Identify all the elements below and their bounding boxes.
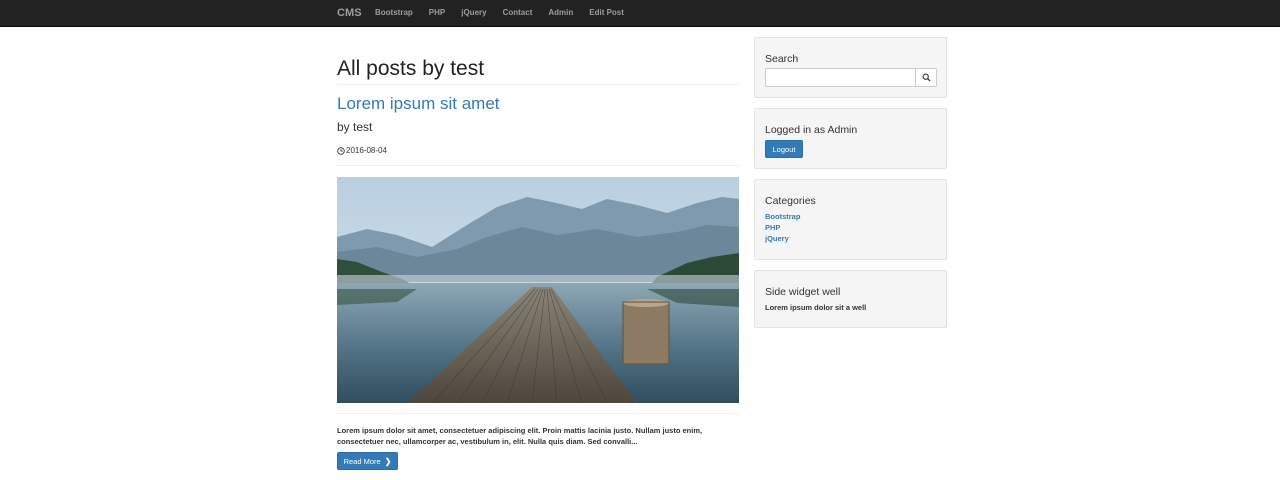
brand-link[interactable]: CMS xyxy=(337,7,362,19)
post-date: 2016-08-04 xyxy=(337,145,387,156)
top-navbar: CMS Bootstrap PHP jQuery Contact Admin E… xyxy=(0,0,1280,27)
categories-title: Categories xyxy=(765,195,816,207)
nav-link-jquery[interactable]: jQuery xyxy=(453,0,494,27)
nav-link-edit-post[interactable]: Edit Post xyxy=(581,0,632,27)
post-image xyxy=(337,177,739,403)
side-widget-text: Lorem ipsum dolor sit a well xyxy=(765,303,867,312)
list-item: Bootstrap xyxy=(765,211,800,222)
nav-link-contact[interactable]: Contact xyxy=(495,0,541,27)
list-item: jQuery xyxy=(765,233,800,244)
categories-list: Bootstrap PHP jQuery xyxy=(765,211,800,244)
side-widget-title: Side widget well xyxy=(765,286,841,298)
post-excerpt: Lorem ipsum dolor sit amet, consectetuer… xyxy=(337,426,703,446)
divider xyxy=(337,165,739,166)
list-item: PHP xyxy=(765,222,800,233)
side-widget-well: Side widget well Lorem ipsum dolor sit a… xyxy=(754,270,947,328)
read-more-button[interactable]: Read More ❯ xyxy=(337,452,398,470)
categories-well: Categories Bootstrap PHP jQuery xyxy=(754,179,947,260)
clock-icon xyxy=(337,146,345,155)
search-button[interactable] xyxy=(916,68,937,87)
read-more-label: Read More xyxy=(343,456,381,466)
nav-link-bootstrap[interactable]: Bootstrap xyxy=(367,0,421,27)
chevron-right-icon: ❯ xyxy=(384,456,392,466)
divider xyxy=(337,84,739,85)
page-title: All posts by test xyxy=(337,57,485,80)
search-input[interactable] xyxy=(765,68,916,87)
post-title-link[interactable]: Lorem ipsum sit amet xyxy=(337,93,500,115)
nav-link-admin[interactable]: Admin xyxy=(540,0,581,27)
category-link-bootstrap[interactable]: Bootstrap xyxy=(765,211,800,222)
nav-links: Bootstrap PHP jQuery Contact Admin Edit … xyxy=(367,0,632,27)
nav-link-php[interactable]: PHP xyxy=(421,0,453,27)
search-group xyxy=(765,68,937,87)
category-link-jquery[interactable]: jQuery xyxy=(765,233,800,244)
post-date-text: 2016-08-04 xyxy=(346,146,387,155)
login-title: Logged in as Admin xyxy=(765,124,858,136)
post-byline: by test xyxy=(337,120,373,134)
login-well: Logged in as Admin Logout xyxy=(754,108,947,169)
divider xyxy=(337,413,739,414)
search-well: Search xyxy=(754,37,947,98)
logout-button[interactable]: Logout xyxy=(765,140,803,158)
category-link-php[interactable]: PHP xyxy=(765,222,800,233)
search-icon xyxy=(922,69,931,87)
search-title: Search xyxy=(765,53,799,65)
